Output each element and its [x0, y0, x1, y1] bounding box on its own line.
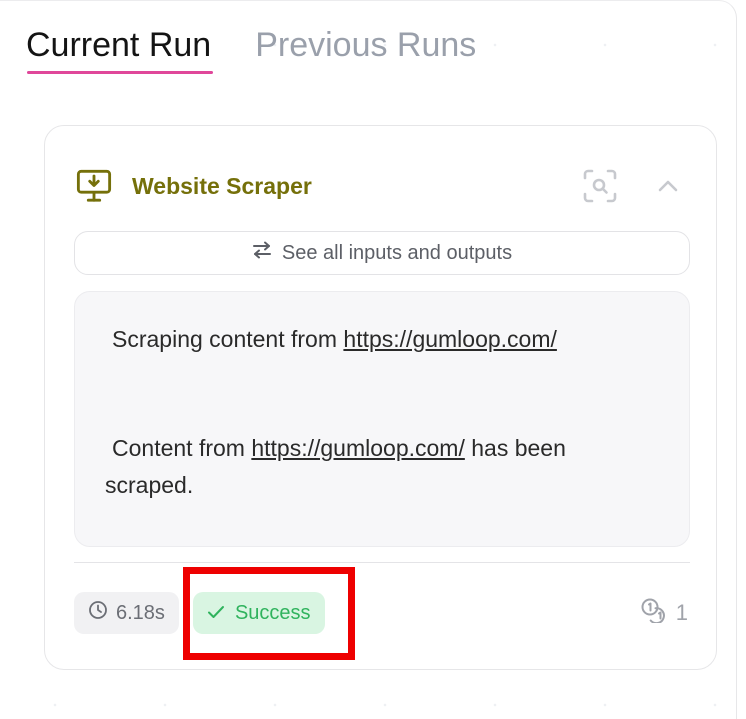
card-header: Website Scraper — [76, 164, 688, 208]
tab-current-run[interactable]: Current Run — [26, 22, 214, 74]
clock-icon — [88, 600, 108, 626]
see-inputs-outputs-button[interactable]: See all inputs and outputs — [74, 231, 690, 275]
log-line-scraped-text: Content from — [112, 435, 252, 461]
card-footer: 6.18s Success 1 — [74, 591, 688, 635]
check-icon — [207, 602, 225, 625]
coins-icon — [640, 597, 668, 629]
duration-badge: 6.18s — [74, 592, 179, 634]
status-text: Success — [234, 601, 311, 624]
tab-current-run-label: Current Run — [26, 26, 212, 64]
run-panel: Current Run Previous Runs Website Scrape… — [0, 0, 746, 719]
tab-previous-runs[interactable]: Previous Runs — [255, 22, 476, 68]
log-line-scraping: Scraping content from https://gumloop.co… — [112, 321, 659, 358]
chevron-up-icon[interactable] — [648, 166, 688, 206]
footer-divider — [74, 562, 690, 563]
monitor-download-icon — [76, 168, 112, 204]
active-tab-underline — [27, 71, 214, 74]
header-actions — [580, 166, 688, 206]
node-title: Website Scraper — [132, 172, 312, 199]
log-output: Scraping content from https://gumloop.co… — [74, 291, 690, 547]
log-line-scraping-text: Scraping content from — [112, 326, 344, 352]
see-inputs-outputs-label: See all inputs and outputs — [281, 241, 513, 264]
scan-search-icon[interactable] — [580, 166, 620, 206]
run-tabs: Current Run Previous Runs — [26, 22, 476, 74]
log-line-scraped: Content from https://gumloop.com/ has be… — [105, 430, 659, 504]
log-link-scraped[interactable]: https://gumloop.com/ — [251, 435, 465, 461]
credits-value: 1 — [675, 600, 688, 625]
status-badge: Success — [192, 592, 325, 634]
log-link-scraping[interactable]: https://gumloop.com/ — [343, 326, 557, 352]
swap-arrows-icon — [252, 241, 272, 265]
credits-count: 1 — [640, 597, 688, 629]
node-run-card: Website Scraper See all inputs and outpu… — [44, 125, 717, 670]
tab-previous-runs-label: Previous Runs — [255, 26, 477, 64]
duration-value: 6.18s — [116, 601, 165, 624]
